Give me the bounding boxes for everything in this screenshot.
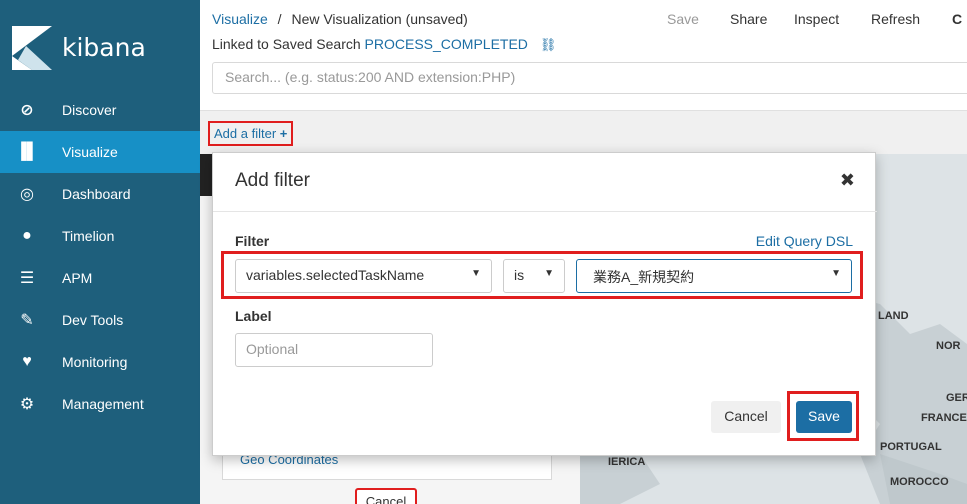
dashboard-icon: ◎ (20, 186, 34, 203)
bar-chart-icon: ▐▌ (15, 143, 39, 160)
sidebar-item-label: Monitoring (62, 354, 128, 370)
sidebar-item-visualize[interactable]: ▐▌ Visualize (0, 131, 200, 173)
breadcrumb-current: New Visualization (unsaved) (291, 11, 468, 27)
background-cancel-button[interactable]: Cancel (355, 488, 417, 504)
sidebar-item-label: Dev Tools (62, 312, 124, 328)
sidebar-item-label: Discover (62, 102, 117, 118)
sidebar-item-timelion[interactable]: ● Timelion (0, 215, 200, 257)
unlink-icon[interactable]: ⛓ (540, 37, 557, 52)
sidebar-item-dev-tools[interactable]: ✎ Dev Tools (0, 299, 200, 341)
edit-query-dsl-link[interactable]: Edit Query DSL (756, 233, 853, 249)
filter-label: Filter (235, 233, 270, 249)
heartbeat-icon: ♥ (22, 353, 32, 370)
caret-down-icon: ▼ (471, 268, 481, 279)
sidebar-item-discover[interactable]: ⊘ Discover (0, 89, 200, 131)
breadcrumb: Visualize / New Visualization (unsaved) (212, 11, 468, 27)
brand-name: kibana (62, 33, 146, 62)
value-select[interactable]: 業務A_新規契約 ▼ (576, 259, 852, 293)
close-icon[interactable]: ✖ (840, 170, 855, 191)
sidebar-item-label: Management (62, 396, 144, 412)
label-input[interactable]: Optional (235, 333, 433, 367)
map-label: NOR (936, 340, 961, 352)
menu-share[interactable]: Share (730, 11, 767, 27)
map-label: GER (946, 392, 967, 404)
value-select-value: 業務A_新規契約 (593, 269, 695, 285)
plus-icon: + (279, 126, 288, 141)
map-label: FRANCE (921, 412, 967, 424)
save-button[interactable]: Save (796, 401, 852, 433)
linked-search-info: Linked to Saved Search PROCESS_COMPLETED… (212, 36, 556, 53)
gear-icon: ⚙ (19, 396, 35, 413)
map-label: LAND (878, 310, 909, 322)
map-label: IERICA (608, 456, 646, 468)
filter-bar: Add a filter + (200, 110, 967, 154)
caret-down-icon: ▼ (831, 268, 841, 279)
linked-search-prefix: Linked to Saved Search (212, 36, 361, 52)
refresh-icon[interactable]: C (952, 11, 962, 27)
cancel-button[interactable]: Cancel (711, 401, 781, 433)
sidebar-item-apm[interactable]: ☰ APM (0, 257, 200, 299)
wrench-icon: ✎ (20, 312, 34, 329)
field-select-value: variables.selectedTaskName (246, 267, 425, 283)
field-select[interactable]: variables.selectedTaskName ▼ (235, 259, 492, 293)
menu-refresh[interactable]: Refresh (871, 11, 920, 27)
breadcrumb-separator: / (277, 11, 282, 27)
sidebar-item-label: APM (62, 270, 93, 286)
map-label: MOROCCO (890, 476, 949, 488)
sidebar-item-label: Timelion (62, 228, 115, 244)
timelion-icon: ● (22, 227, 32, 244)
sidebar-item-dashboard[interactable]: ◎ Dashboard (0, 173, 200, 215)
modal-title: Add filter (235, 170, 310, 191)
menu-save[interactable]: Save (667, 11, 699, 27)
menu-inspect[interactable]: Inspect (794, 11, 839, 27)
map-label: PORTUGAL (880, 441, 942, 453)
operator-select[interactable]: is ▼ (503, 259, 565, 293)
add-filter-link[interactable]: Add a filter + (208, 121, 294, 146)
label-label: Label (235, 308, 272, 324)
sidebar-item-label: Visualize (62, 144, 118, 160)
sidebar-item-label: Dashboard (62, 186, 131, 202)
saved-search-link[interactable]: PROCESS_COMPLETED (365, 36, 528, 52)
sidebar-item-management[interactable]: ⚙ Management (0, 383, 200, 425)
top-bar: Visualize / New Visualization (unsaved) … (200, 0, 967, 110)
kibana-logo-icon (12, 26, 52, 70)
sidebar: kibana ⊘ Discover ▐▌ Visualize ◎ Dashboa… (0, 0, 200, 504)
add-filter-modal: Add filter ✖ Filter Edit Query DSL varia… (212, 152, 877, 456)
operator-select-value: is (514, 267, 525, 283)
breadcrumb-root-link[interactable]: Visualize (212, 11, 268, 27)
caret-down-icon: ▼ (544, 268, 554, 279)
search-input[interactable]: Search... (e.g. status:200 AND extension… (212, 62, 967, 94)
compass-icon: ⊘ (20, 102, 34, 119)
apm-icon: ☰ (19, 270, 35, 287)
sidebar-item-monitoring[interactable]: ♥ Monitoring (0, 341, 200, 383)
modal-divider (213, 211, 877, 212)
brand[interactable]: kibana (0, 0, 200, 90)
add-filter-label: Add a filter (214, 126, 277, 141)
